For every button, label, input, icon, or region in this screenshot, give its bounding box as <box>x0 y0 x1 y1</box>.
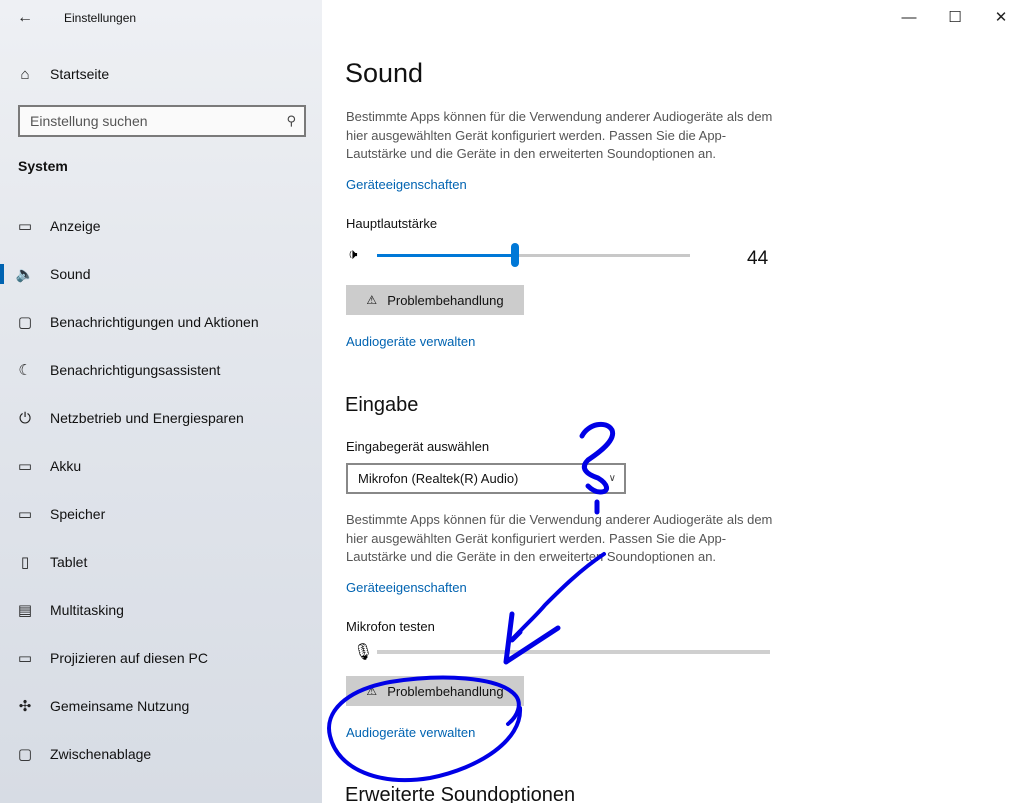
share-icon: ✣ <box>18 698 32 715</box>
notification-icon: ▢ <box>17 314 33 331</box>
sidebar-item-gemeinsame-nutzung[interactable]: ✣ Gemeinsame Nutzung <box>0 682 322 730</box>
input-troubleshoot-label: Problembehandlung <box>387 683 504 699</box>
sidebar-item-anzeige[interactable]: ▭ Anzeige <box>0 202 322 250</box>
sidebar-item-label: Gemeinsame Nutzung <box>50 698 190 714</box>
display-icon: ▭ <box>17 218 33 235</box>
input-description: Bestimmte Apps können für die Verwendung… <box>346 512 773 564</box>
microphone-icon: 🎙 <box>353 644 374 661</box>
clipboard-icon: ▢ <box>17 746 33 763</box>
troubleshoot-button[interactable]: ⚠ Problembehandlung <box>346 285 524 315</box>
sidebar-item-projizieren-auf-diesen-pc[interactable]: ▭ Projizieren auf diesen PC <box>0 634 322 682</box>
home-link[interactable]: ⌂ Startseite <box>0 56 322 92</box>
sidebar-item-akku[interactable]: ▭ Akku <box>0 442 322 490</box>
input-device-properties-link[interactable]: Geräteeigenschaften <box>346 580 467 595</box>
power-icon: ⏻ <box>19 409 31 427</box>
home-icon: ⌂ <box>20 65 30 83</box>
sidebar-item-sound[interactable]: 🔈 Sound <box>0 250 322 298</box>
volume-slider-thumb[interactable] <box>510 243 519 267</box>
sidebar-item-label: Benachrichtigungsassistent <box>50 362 221 378</box>
input-manage-audio-devices-link[interactable]: Audiogeräte verwalten <box>346 725 475 740</box>
title-bar: ← Einstellungen <box>0 0 322 36</box>
tablet-icon: ▯ <box>20 554 30 571</box>
mic-test-label: Mikrofon testen <box>346 619 435 634</box>
warning-icon: ⚠ <box>366 684 378 698</box>
input-heading: Eingabe <box>345 394 419 416</box>
troubleshoot-label: Problembehandlung <box>387 292 504 308</box>
output-description: Bestimmte Apps können für die Verwendung… <box>346 109 773 161</box>
page-title: Sound <box>345 58 424 88</box>
sidebar-item-label: Projizieren auf diesen PC <box>50 650 208 666</box>
speaker-icon[interactable]: 🕩 <box>348 246 357 263</box>
sidebar-item-label: Sound <box>50 266 91 282</box>
volume-slider[interactable] <box>377 243 690 267</box>
input-device-select[interactable]: Mikrofon (Realtek(R) Audio) ∨ <box>346 463 626 494</box>
input-troubleshoot-button[interactable]: ⚠ Problembehandlung <box>346 676 524 706</box>
sidebar-item-label: Speicher <box>50 506 106 522</box>
sidebar-item-label: Tablet <box>50 554 88 570</box>
sidebar-nav: ▭ Anzeige 🔈 Sound ▢ Benachrichtigungen und Ak… <box>0 202 322 778</box>
warning-icon: ⚠ <box>366 293 378 307</box>
multitasking-icon: ▤ <box>17 602 33 619</box>
moon-icon: ☾ <box>18 362 32 379</box>
sidebar-item-benachrichtigungsassistent[interactable]: ☾ Benachrichtigungsassistent <box>0 346 322 394</box>
sidebar-item-zwischenablage[interactable]: ▢ Zwischenablage <box>0 730 322 778</box>
sidebar-item-label: Benachrichtigungen und Aktionen <box>50 314 259 330</box>
sidebar-item-netzbetrieb-und-energiesparen[interactable]: ⏻ Netzbetrieb und Energiesparen <box>0 394 322 442</box>
speaker-icon: 🔈 <box>15 266 35 283</box>
sidebar-item-speicher[interactable]: ▭ Speicher <box>0 490 322 538</box>
main-content: Sound Bestimmte Apps können für die Verw… <box>345 0 1005 803</box>
sidebar-item-label: Anzeige <box>50 218 101 234</box>
sidebar-item-multitasking[interactable]: ▤ Multitasking <box>0 586 322 634</box>
sidebar-item-tablet[interactable]: ▯ Tablet <box>0 538 322 586</box>
section-title: System <box>18 158 68 174</box>
device-properties-link[interactable]: Geräteeigenschaften <box>346 177 467 192</box>
storage-icon: ▭ <box>17 506 33 523</box>
battery-icon: ▭ <box>17 458 33 475</box>
mic-level-bar <box>377 650 770 654</box>
settings-search[interactable]: ⚲ <box>18 105 306 137</box>
volume-slider-fill <box>377 254 515 257</box>
sidebar-item-benachrichtigungen-und-aktionen[interactable]: ▢ Benachrichtigungen und Aktionen <box>0 298 322 346</box>
advanced-sound-heading: Erweiterte Soundoptionen <box>345 784 576 803</box>
sidebar-item-label: Akku <box>50 458 82 474</box>
sidebar: ← Einstellungen ⌂ Startseite ⚲ System ▭ A… <box>0 0 322 803</box>
volume-label: Hauptlautstärke <box>346 216 438 231</box>
sidebar-item-label: Multitasking <box>50 602 124 618</box>
search-input[interactable] <box>30 113 270 129</box>
volume-value: 44 <box>747 248 769 269</box>
search-icon[interactable]: ⚲ <box>286 113 296 129</box>
project-icon: ▭ <box>17 650 33 667</box>
chevron-down-icon: ∨ <box>608 473 616 484</box>
manage-audio-devices-link[interactable]: Audiogeräte verwalten <box>346 334 475 349</box>
home-label: Startseite <box>50 66 110 82</box>
back-button[interactable]: ← <box>0 0 50 36</box>
back-arrow-icon: ← <box>17 9 33 26</box>
input-device-label: Eingabegerät auswählen <box>346 439 490 454</box>
input-device-value: Mikrofon (Realtek(R) Audio) <box>358 471 519 486</box>
sidebar-item-label: Netzbetrieb und Energiesparen <box>50 410 244 426</box>
app-title: Einstellungen <box>64 11 137 25</box>
sidebar-item-label: Zwischenablage <box>50 746 152 762</box>
